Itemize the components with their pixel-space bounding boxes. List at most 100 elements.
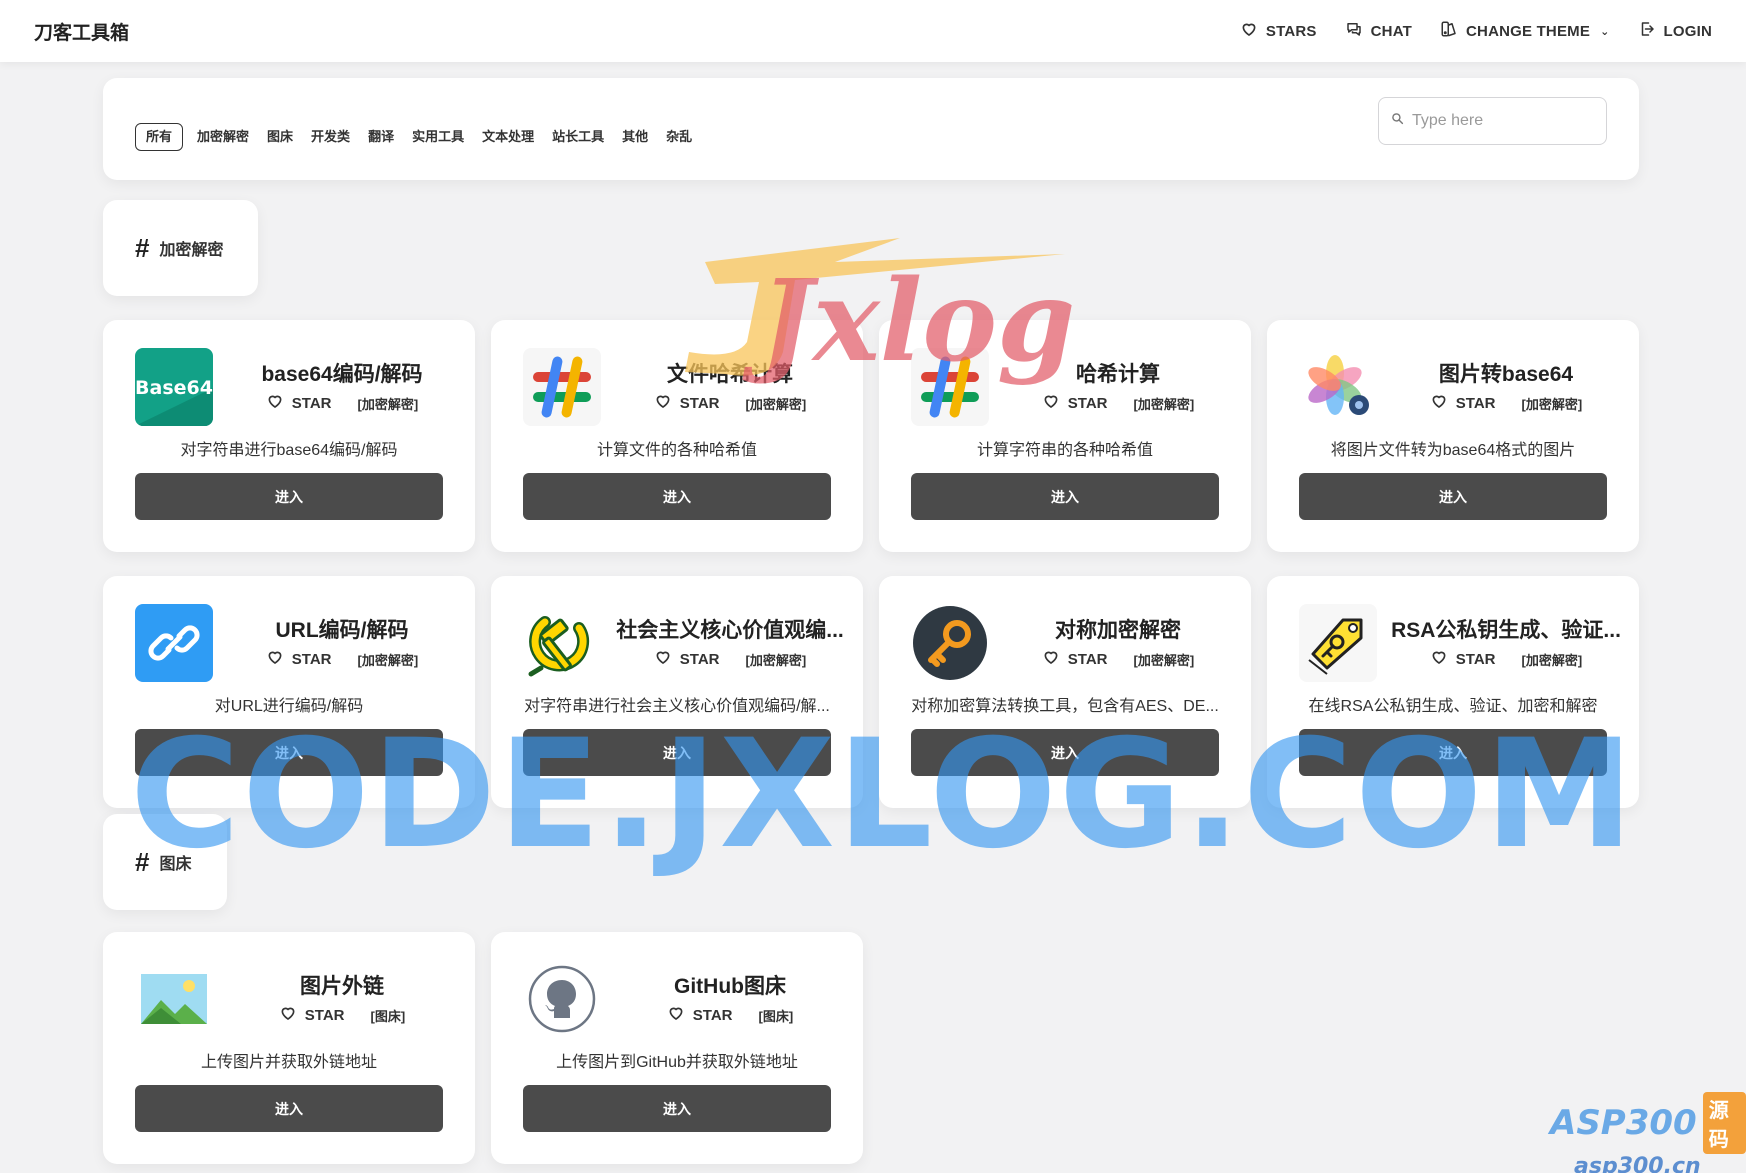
star-button[interactable]: STAR <box>266 392 332 414</box>
tool-meta: STAR [图床] <box>611 1004 849 1026</box>
login-label: LOGIN <box>1663 22 1712 40</box>
tool-meta: STAR [图床] <box>223 1004 461 1026</box>
enter-button[interactable]: 进入 <box>523 473 831 520</box>
star-button[interactable]: STAR <box>667 1004 733 1026</box>
star-button[interactable]: STAR <box>654 648 720 670</box>
hash-icon <box>911 348 989 426</box>
enter-button[interactable]: 进入 <box>911 473 1219 520</box>
enter-button[interactable]: 进入 <box>523 1085 831 1132</box>
category-tag[interactable]: [加密解密] <box>358 394 419 413</box>
enter-button[interactable]: 进入 <box>135 473 443 520</box>
heart-icon <box>266 392 284 414</box>
tool-description: 计算文件的各种哈希值 <box>596 442 757 459</box>
category-tag[interactable]: [加密解密] <box>1134 394 1195 413</box>
section-hash: # <box>135 846 150 877</box>
enter-button[interactable]: 进入 <box>1299 473 1607 520</box>
photos-icon <box>1299 348 1377 426</box>
tool-card-symmetric-crypto: 对称加密解密 STAR [加密解密] 对称加密算法转换工具，包含有AES、DE.… <box>879 576 1251 808</box>
tab-translate[interactable]: 翻译 <box>364 124 398 150</box>
category-tag[interactable]: [加密解密] <box>746 650 807 669</box>
section-label: 图床 <box>159 856 192 873</box>
tab-crypto[interactable]: 加密解密 <box>193 124 253 150</box>
category-tag[interactable]: [加密解密] <box>1522 394 1583 413</box>
tool-card-url-encode: URL编码/解码 STAR [加密解密] 对URL进行编码/解码 进入 <box>103 576 475 808</box>
heart-icon <box>279 1004 297 1026</box>
star-label: STAR <box>1067 650 1108 668</box>
heart-icon <box>266 648 284 670</box>
star-label: STAR <box>1455 394 1496 412</box>
tool-card-image-link: 图片外链 STAR [图床] 上传图片并获取外链地址 进入 <box>103 932 475 1164</box>
tab-image-hosting[interactable]: 图床 <box>263 124 297 150</box>
category-tag[interactable]: [图床] <box>759 1006 794 1025</box>
stars-button[interactable]: STARS <box>1240 20 1317 42</box>
tool-description: 对字符串进行社会主义核心价值观编码/解... <box>524 698 830 715</box>
tool-title: 社会主义核心价值观编... <box>616 619 844 642</box>
tool-card-hash: 哈希计算 STAR [加密解密] 计算字符串的各种哈希值 进入 <box>879 320 1251 552</box>
heart-icon <box>654 392 672 414</box>
tool-card-base64: Base64 base64编码/解码 STAR [加密解密] 对字符串进行bas… <box>103 320 475 552</box>
tab-all[interactable]: 所有 <box>135 123 184 151</box>
hammer-sickle-icon <box>523 604 601 682</box>
search-input[interactable] <box>1412 112 1592 130</box>
key-icon <box>911 604 989 682</box>
base64-icon: Base64 <box>135 348 213 426</box>
heart-icon <box>667 1004 685 1026</box>
heart-icon <box>1042 648 1060 670</box>
key-tag-icon <box>1299 604 1377 682</box>
star-button[interactable]: STAR <box>1042 392 1108 414</box>
enter-button[interactable]: 进入 <box>1299 729 1607 776</box>
enter-button[interactable]: 进入 <box>911 729 1219 776</box>
heart-icon <box>1240 20 1258 42</box>
star-label: STAR <box>679 394 720 412</box>
tool-meta: STAR [加密解密] <box>1387 648 1625 670</box>
search-box[interactable] <box>1378 97 1607 145</box>
tab-other[interactable]: 其他 <box>618 124 652 150</box>
top-navbar: 刀客工具箱 STARS CHAT CHANGE THEME ⌄ LOGIN <box>0 0 1746 62</box>
nav-actions: STARS CHAT CHANGE THEME ⌄ LOGIN <box>1240 20 1712 42</box>
asp300-text: ASP300 <box>1550 1103 1697 1143</box>
star-button[interactable]: STAR <box>266 648 332 670</box>
enter-button[interactable]: 进入 <box>135 729 443 776</box>
chat-button[interactable]: CHAT <box>1345 20 1412 42</box>
category-tag[interactable]: [加密解密] <box>1134 650 1195 669</box>
star-button[interactable]: STAR <box>279 1004 345 1026</box>
brand-title[interactable]: 刀客工具箱 <box>34 18 129 45</box>
star-label: STAR <box>304 1006 345 1024</box>
hash-icon <box>523 348 601 426</box>
category-tag[interactable]: [加密解密] <box>1522 650 1583 669</box>
tool-description: 在线RSA公私钥生成、验证、加密和解密 <box>1308 698 1598 715</box>
tool-title: 图片外链 <box>300 975 384 998</box>
category-tabs: 所有 加密解密 图床 开发类 翻译 实用工具 文本处理 站长工具 其他 杂乱 <box>135 123 696 151</box>
login-button[interactable]: LOGIN <box>1638 20 1713 42</box>
tool-description: 对字符串进行base64编码/解码 <box>180 442 398 459</box>
tab-misc[interactable]: 杂乱 <box>662 124 696 150</box>
tab-text-processing[interactable]: 文本处理 <box>478 124 538 150</box>
heart-icon <box>1430 392 1448 414</box>
change-theme-label: CHANGE THEME <box>1466 22 1591 40</box>
category-tag[interactable]: [加密解密] <box>746 394 807 413</box>
theme-icon <box>1440 20 1458 42</box>
tool-meta: STAR [加密解密] <box>223 392 461 414</box>
tab-webmaster-tools[interactable]: 站长工具 <box>548 124 608 150</box>
category-tag[interactable]: [加密解密] <box>358 650 419 669</box>
star-button[interactable]: STAR <box>1042 648 1108 670</box>
heart-icon <box>1430 648 1448 670</box>
star-label: STAR <box>291 394 332 412</box>
login-icon <box>1638 20 1656 42</box>
change-theme-button[interactable]: CHANGE THEME ⌄ <box>1440 20 1610 42</box>
star-button[interactable]: STAR <box>654 392 720 414</box>
stars-label: STARS <box>1265 22 1317 40</box>
heart-icon <box>654 648 672 670</box>
tab-utilities[interactable]: 实用工具 <box>408 124 468 150</box>
tab-development[interactable]: 开发类 <box>307 124 354 150</box>
star-button[interactable]: STAR <box>1430 648 1496 670</box>
enter-button[interactable]: 进入 <box>135 1085 443 1132</box>
section-label: 加密解密 <box>159 242 224 259</box>
enter-button[interactable]: 进入 <box>523 729 831 776</box>
svg-text:Base64: Base64 <box>135 377 213 399</box>
tool-title: 文件哈希计算 <box>667 363 793 386</box>
tool-meta: STAR [加密解密] <box>611 392 849 414</box>
tool-title: GitHub图床 <box>674 975 786 998</box>
category-tag[interactable]: [图床] <box>371 1006 406 1025</box>
star-button[interactable]: STAR <box>1430 392 1496 414</box>
